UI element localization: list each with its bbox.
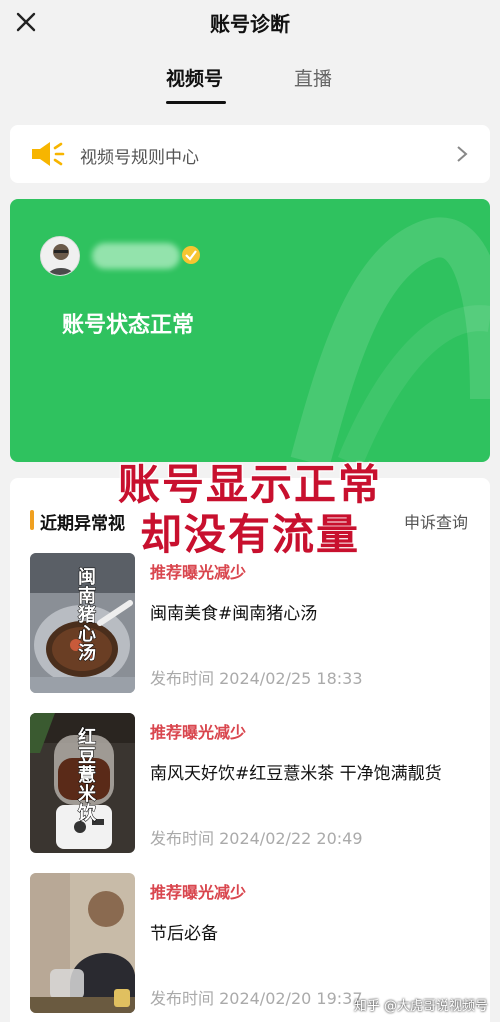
page-title: 账号诊断	[210, 12, 290, 36]
list-item[interactable]: 推荐曝光减少 节后必备 发布时间 2024/02/20 19:37	[30, 873, 480, 1015]
account-status-text: 账号状态正常	[62, 313, 195, 338]
avatar	[40, 236, 80, 276]
exposure-reduced-tag: 推荐曝光减少	[150, 883, 247, 902]
verified-badge-icon	[182, 246, 200, 264]
overlay-caption-line2: 却没有流量	[139, 509, 360, 560]
thumbnail-caption: 红豆薏米饮	[75, 727, 97, 823]
publish-time: 发布时间 2024/02/20 19:37	[150, 989, 363, 1008]
exposure-reduced-tag: 推荐曝光减少	[150, 723, 247, 742]
top-bar: 账号诊断	[0, 0, 500, 44]
speaker-icon	[32, 142, 65, 166]
video-title: 闽南美食#闽南猪心汤	[150, 604, 318, 624]
active-tab-indicator	[166, 101, 226, 104]
list-item[interactable]: 红豆薏米饮 推荐曝光减少 南风天好饮#红豆薏米茶 干净饱满靓货 发布时间 202…	[30, 713, 480, 855]
rules-center-link[interactable]: 视频号规则中心	[10, 125, 490, 183]
list-item[interactable]: 闽南猪心汤 推荐曝光减少 闽南美食#闽南猪心汤 发布时间 2024/02/25 …	[30, 553, 480, 695]
watermark: 知乎 @大虎哥说视频号	[353, 999, 488, 1014]
account-status-card: 账号状态正常	[10, 199, 490, 462]
exposure-reduced-tag: 推荐曝光减少	[150, 563, 247, 582]
video-thumbnail: 红豆薏米饮	[30, 713, 135, 853]
tab-live[interactable]: 直播	[294, 64, 332, 91]
thumbnail-caption: 闽南猪心汤	[75, 567, 97, 663]
rules-center-label: 视频号规则中心	[80, 148, 199, 168]
chevron-right-icon	[457, 146, 468, 162]
publish-time: 发布时间 2024/02/22 20:49	[150, 829, 363, 848]
tab-bar: 视频号 直播	[0, 60, 500, 108]
video-thumbnail: 闽南猪心汤	[30, 553, 135, 693]
video-title: 节后必备	[150, 924, 218, 944]
video-title: 南风天好饮#红豆薏米茶 干净饱满靓货	[150, 764, 442, 784]
video-thumbnail	[30, 873, 135, 1013]
tab-channels[interactable]: 视频号	[166, 64, 223, 91]
account-name-blurred	[92, 243, 180, 269]
publish-time: 发布时间 2024/02/25 18:33	[150, 669, 363, 688]
